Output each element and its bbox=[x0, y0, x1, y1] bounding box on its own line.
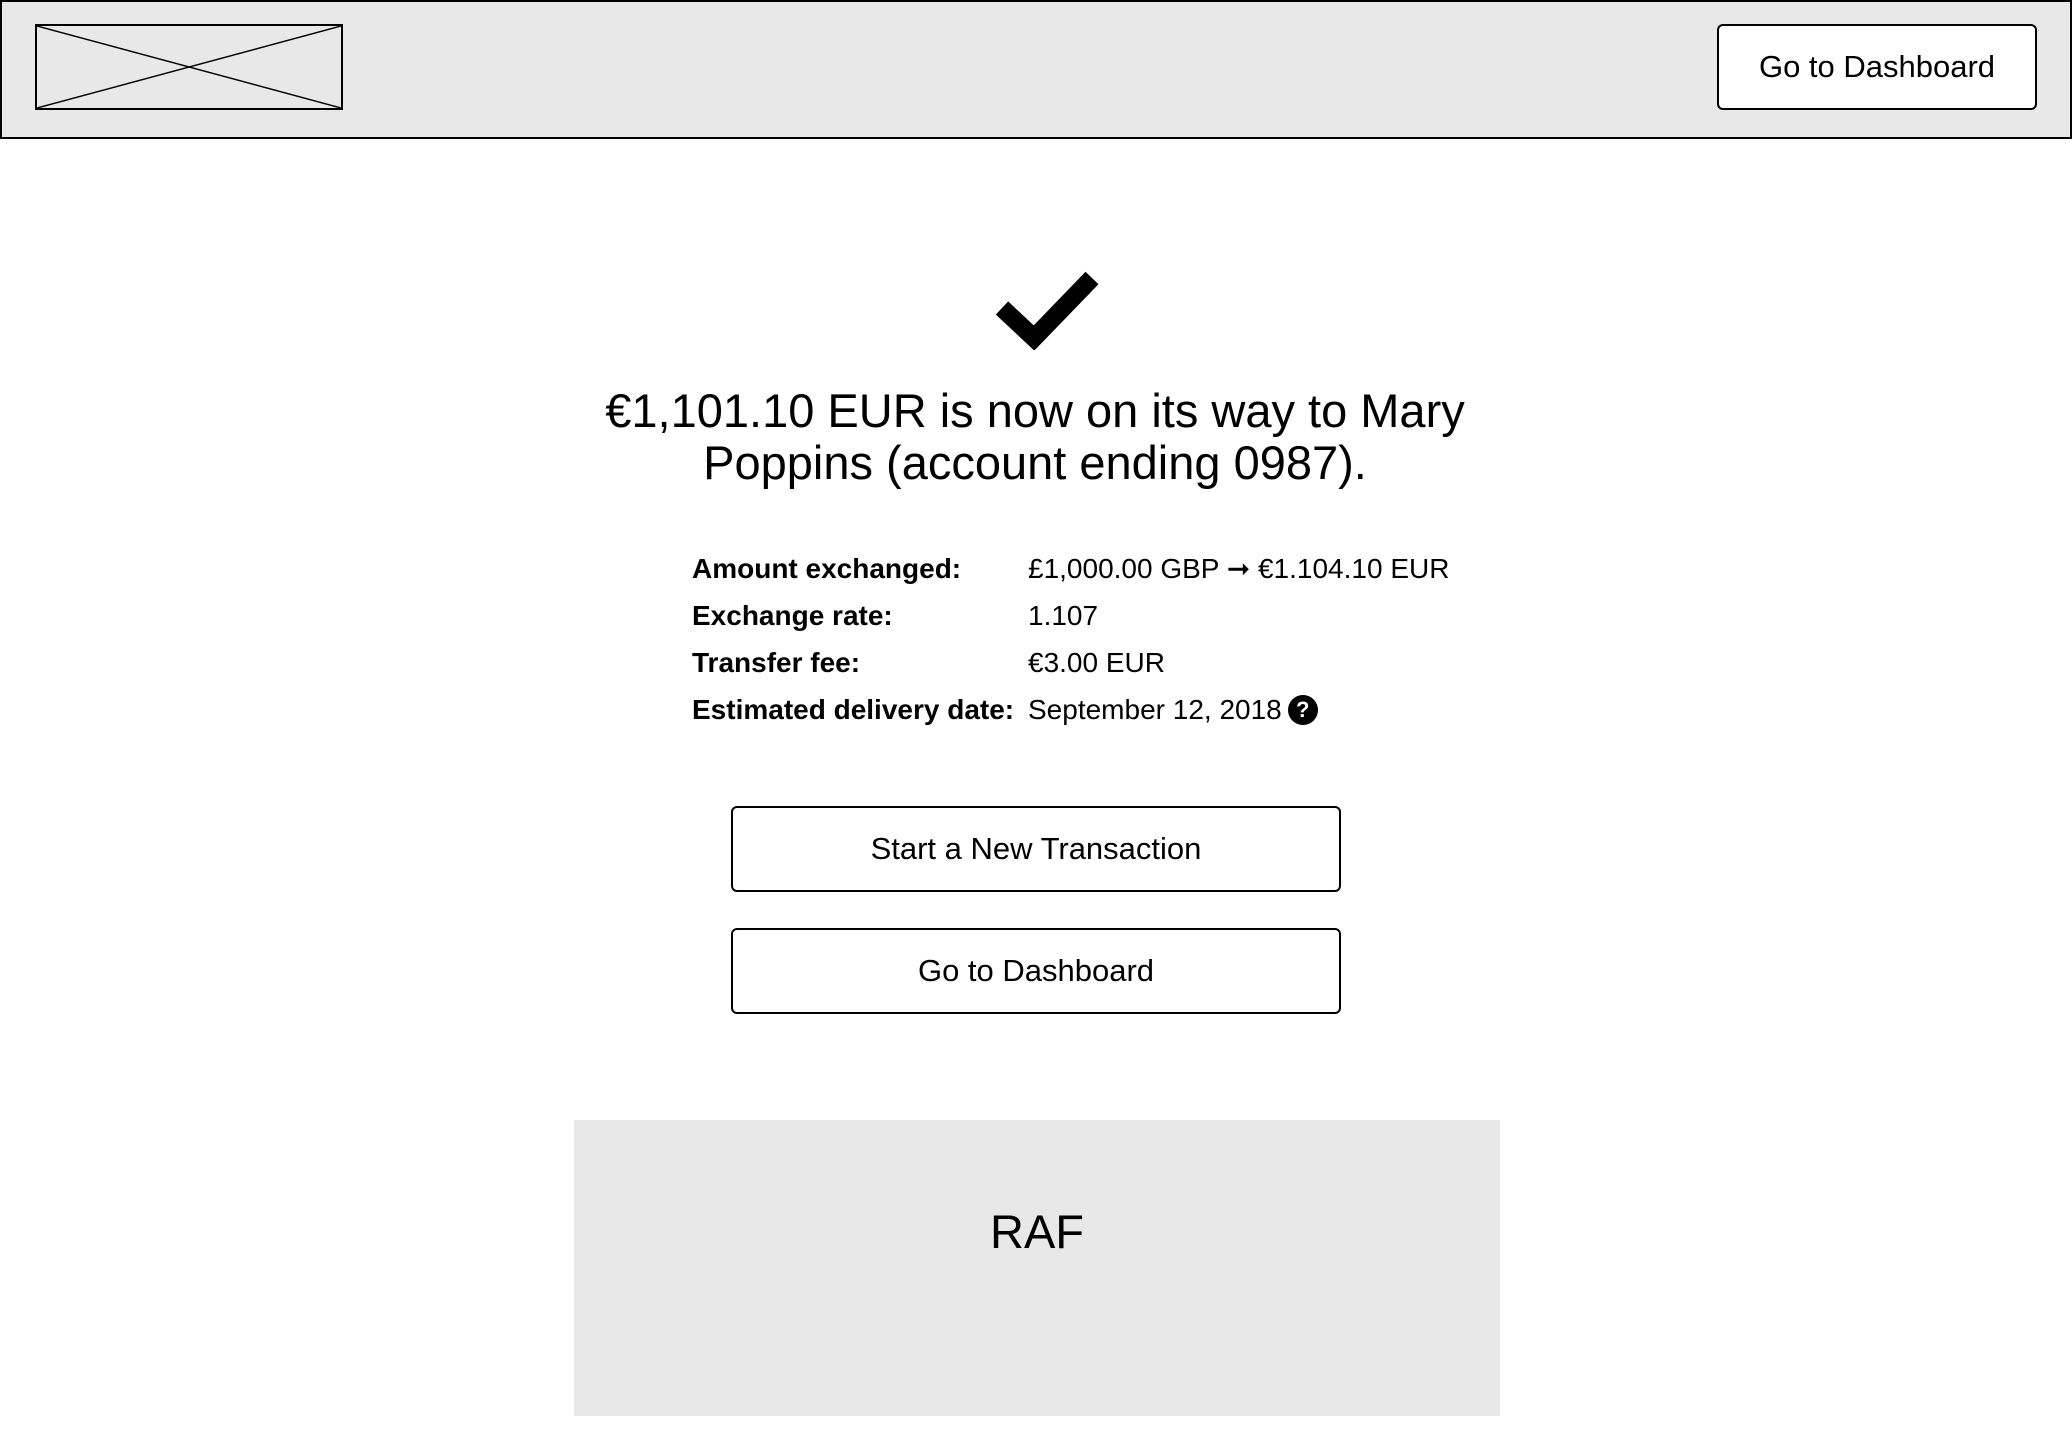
detail-row-delivery: Estimated delivery date: September 12, 2… bbox=[692, 686, 1512, 733]
transfer-fee-label: Transfer fee: bbox=[692, 646, 861, 678]
transfer-fee-value: €3.00 EUR bbox=[1028, 646, 1165, 678]
top-header-bar: Go to Dashboard bbox=[0, 0, 2072, 139]
confirmation-page: Go to Dashboard €1,101.10 EUR is now on … bbox=[0, 0, 2072, 1456]
delivery-date-value-wrap: September 12, 2018 ? bbox=[1028, 694, 1318, 726]
go-to-dashboard-button[interactable]: Go to Dashboard bbox=[731, 928, 1341, 1014]
raf-label: RAF bbox=[990, 1205, 1084, 1258]
exchange-rate-value: 1.107 bbox=[1028, 599, 1099, 631]
start-new-transaction-button[interactable]: Start a New Transaction bbox=[731, 806, 1341, 892]
detail-row-fee: Transfer fee: €3.00 EUR bbox=[692, 639, 1512, 686]
logo-placeholder-icon[interactable] bbox=[35, 24, 343, 110]
delivery-date-label: Estimated delivery date: bbox=[692, 693, 1015, 725]
header-go-to-dashboard-button[interactable]: Go to Dashboard bbox=[1717, 24, 2037, 110]
amount-exchanged-label: Amount exchanged: bbox=[692, 552, 962, 584]
amount-exchanged-value: £1,000.00 GBP ➞ €1.104.10 EUR bbox=[1028, 553, 1450, 584]
checkmark-icon bbox=[994, 268, 1100, 350]
raf-panel: RAF bbox=[574, 1120, 1500, 1416]
delivery-date-value: September 12, 2018 bbox=[1028, 693, 1282, 725]
transfer-details: Amount exchanged: £1,000.00 GBP ➞ €1.104… bbox=[692, 545, 1512, 733]
exchange-rate-label: Exchange rate: bbox=[692, 599, 893, 631]
detail-row-amount: Amount exchanged: £1,000.00 GBP ➞ €1.104… bbox=[692, 545, 1512, 592]
detail-row-rate: Exchange rate: 1.107 bbox=[692, 592, 1512, 639]
confirmation-headline: €1,101.10 EUR is now on its way to Mary … bbox=[605, 384, 1465, 489]
question-circle-icon[interactable]: ? bbox=[1287, 694, 1318, 725]
